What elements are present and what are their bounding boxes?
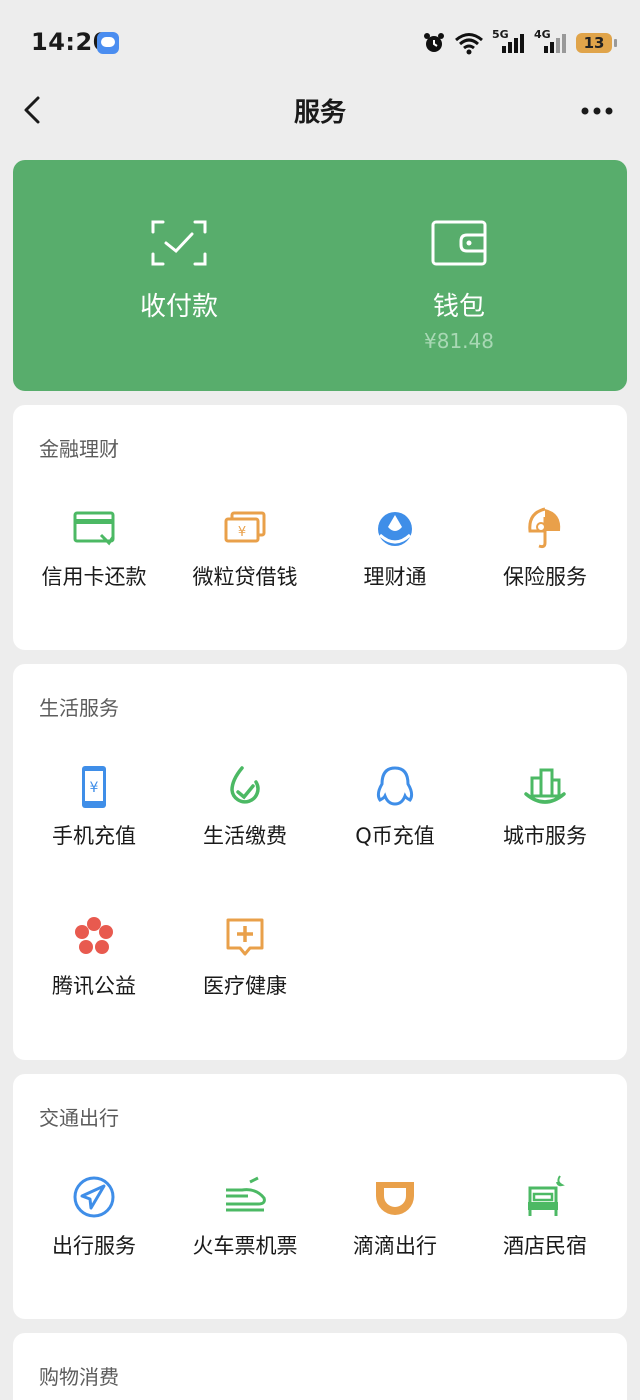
mobile-phone-icon: ¥: [82, 766, 106, 808]
cash-notes-icon: ¥: [224, 511, 266, 543]
grid-label: 生活缴费: [203, 824, 287, 848]
didi-button[interactable]: 滴滴出行: [320, 1174, 470, 1260]
section-title: 生活服务: [39, 696, 119, 720]
alarm-icon: [424, 33, 444, 52]
wallet-button[interactable]: 钱包 ¥81.48: [359, 220, 559, 353]
wallet-icon: [431, 220, 487, 266]
grid-label: 腾讯公益: [52, 974, 136, 998]
insurance-button[interactable]: 保险服务: [470, 505, 620, 591]
grid-label: 手机充值: [52, 824, 136, 848]
healthcare-button[interactable]: 医疗健康: [170, 914, 320, 1000]
signal-4g-icon: 4G: [534, 28, 568, 55]
medical-cross-icon: [226, 918, 264, 956]
svg-text:¥: ¥: [238, 525, 246, 540]
shopping-section: 购物消费: [13, 1333, 627, 1400]
battery-indicator: 13: [576, 33, 617, 53]
transport-section: 交通出行 出行服务 火车票机票 滴滴出行 酒店民宿: [13, 1074, 627, 1319]
finance-section: 金融理财 信用卡还款 ¥ 微粒贷借钱 理财通 保险服务: [13, 405, 627, 650]
section-title: 交通出行: [39, 1106, 119, 1130]
navigation-arrow-icon: [73, 1176, 115, 1218]
grid-label: 酒店民宿: [503, 1234, 587, 1258]
wallet-balance: ¥81.48: [424, 329, 494, 353]
scan-pay-icon: [151, 220, 207, 266]
city-services-button[interactable]: 城市服务: [470, 764, 620, 850]
wallet-hero-card: 收付款 钱包 ¥81.48: [13, 160, 627, 391]
licaitong-icon: [378, 512, 412, 546]
hotel-bed-icon: [528, 1175, 565, 1216]
signal-5g-icon: 5G: [492, 28, 526, 55]
grid-label: 保险服务: [503, 565, 587, 589]
train-icon: [226, 1176, 266, 1212]
train-flight-tickets-button[interactable]: 火车票机票: [170, 1174, 320, 1260]
hotel-button[interactable]: 酒店民宿: [470, 1174, 620, 1260]
status-bar: 14:20 5G 4G 13: [0, 0, 640, 86]
grid-label: 信用卡还款: [41, 565, 147, 589]
life-services-section: 生活服务 ¥ 手机充值 生活缴费 Q币充值 城市服务 腾讯公益 医疗健康: [13, 664, 627, 1060]
section-title: 购物消费: [39, 1365, 119, 1389]
grid-label: 火车票机票: [192, 1234, 298, 1258]
tencent-charity-button[interactable]: 腾讯公益: [19, 914, 169, 1000]
grid-label: 城市服务: [503, 824, 587, 848]
weilidai-loan-button[interactable]: ¥ 微粒贷借钱: [170, 505, 320, 591]
navigation-bar: 服务: [0, 86, 640, 136]
utility-bills-button[interactable]: 生活缴费: [170, 764, 320, 850]
didi-logo-icon: [376, 1182, 414, 1215]
grid-label: 理财通: [363, 565, 427, 589]
credit-card-icon: [73, 511, 115, 546]
svg-text:¥: ¥: [90, 780, 99, 796]
grid-label: 医疗健康: [203, 974, 287, 998]
wallet-label: 钱包: [432, 292, 485, 322]
pay-receive-button[interactable]: 收付款: [79, 220, 279, 323]
travel-services-button[interactable]: 出行服务: [19, 1174, 169, 1260]
charity-flower-icon: [75, 917, 113, 954]
message-notification-icon: [97, 32, 119, 54]
mobile-recharge-button[interactable]: ¥ 手机充值: [19, 764, 169, 850]
qcoin-recharge-button[interactable]: Q币充值: [320, 764, 470, 850]
leaf-check-icon: [230, 766, 260, 804]
grid-label: 出行服务: [52, 1234, 136, 1258]
licaitong-button[interactable]: 理财通: [320, 505, 470, 591]
qq-penguin-icon: [376, 766, 414, 806]
city-buildings-icon: [524, 768, 566, 804]
pay-label: 收付款: [139, 292, 218, 322]
section-title: 金融理财: [39, 437, 119, 461]
grid-label: 滴滴出行: [353, 1234, 437, 1258]
credit-card-repay-button[interactable]: 信用卡还款: [19, 505, 169, 591]
grid-label: Q币充值: [355, 824, 435, 848]
system-icons: 5G 4G 13: [422, 28, 617, 56]
insurance-umbrella-icon: [528, 507, 561, 549]
page-title: 服务: [293, 98, 346, 128]
grid-label: 微粒贷借钱: [192, 565, 298, 589]
wifi-icon: [455, 33, 483, 55]
more-options-icon[interactable]: [580, 106, 614, 116]
